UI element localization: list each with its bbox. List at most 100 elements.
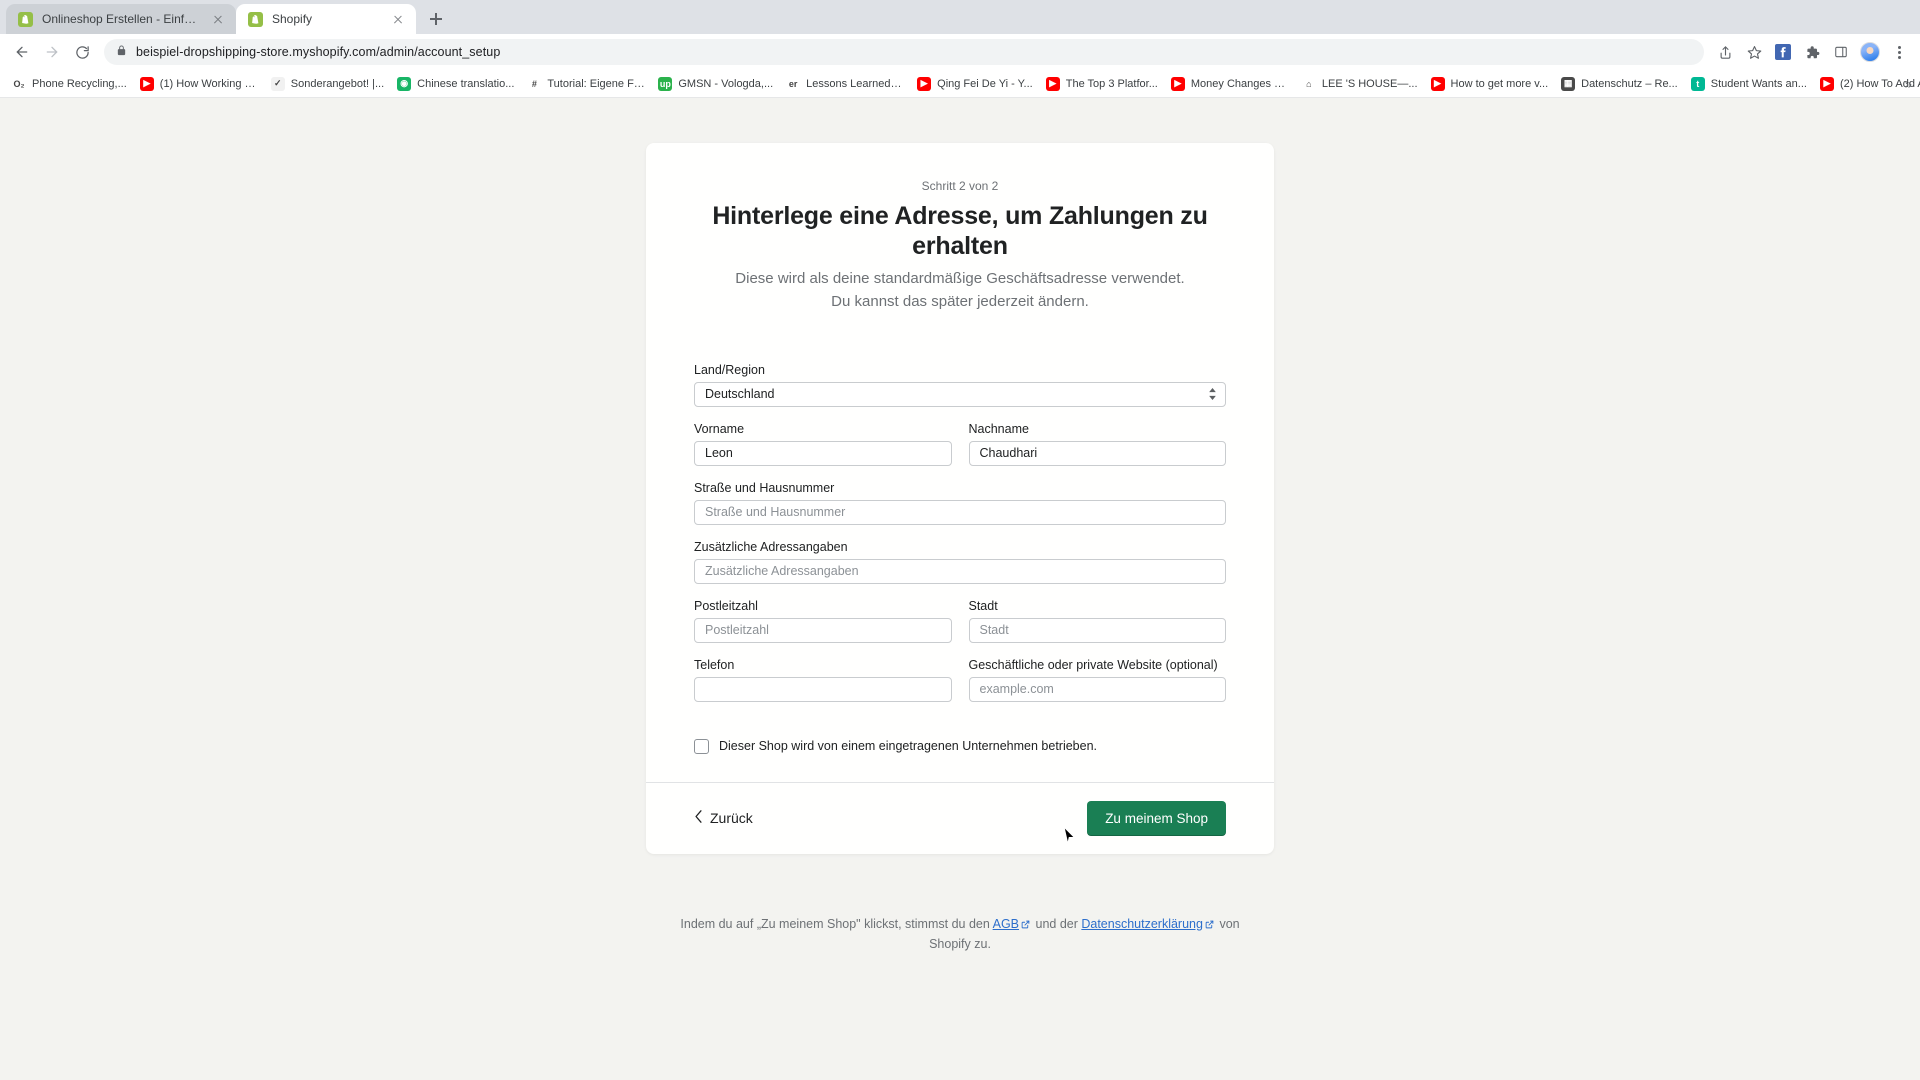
- page-title: Hinterlege eine Adresse, um Zahlungen zu…: [712, 202, 1208, 260]
- bookmark-label: Phone Recycling,...: [32, 77, 127, 90]
- chevron-left-icon: [694, 810, 703, 826]
- hash-icon: #: [527, 76, 542, 91]
- bookmark-label: Lessons Learned f...: [806, 77, 905, 90]
- bookmark-item[interactable]: up GMSN - Vologda,...: [652, 74, 779, 94]
- bookmark-item[interactable]: ▶ (1) How Working a...: [134, 74, 264, 94]
- browser-chrome: Onlineshop Erstellen - Einfach Shopify b…: [0, 0, 1920, 98]
- bookmark-item[interactable]: er Lessons Learned f...: [780, 74, 910, 94]
- back-button-label: Zurück: [710, 810, 753, 826]
- name-row: Vorname Nachname: [694, 422, 1226, 481]
- youtube-icon: ▶: [139, 76, 154, 91]
- bookmark-label: LEE 'S HOUSE—...: [1321, 77, 1418, 90]
- field-street: Straße und Hausnummer: [694, 481, 1226, 525]
- card-body: Schritt 2 von 2 Hinterlege eine Adresse,…: [646, 143, 1274, 782]
- country-select[interactable]: Deutschland: [694, 381, 1226, 407]
- youtube-icon: ▶: [917, 76, 932, 91]
- website-input[interactable]: [968, 676, 1226, 702]
- phone-input[interactable]: [694, 676, 952, 702]
- new-tab-button[interactable]: [422, 5, 450, 33]
- field-country: Land/Region Deutschland: [694, 363, 1226, 407]
- bookmark-item[interactable]: ▶ Qing Fei De Yi - Y...: [911, 74, 1039, 94]
- label-first-name: Vorname: [694, 421, 745, 436]
- registered-business-checkbox[interactable]: [694, 738, 709, 754]
- generic-icon: ✓: [270, 76, 285, 91]
- extensions-icon[interactable]: [1799, 39, 1825, 65]
- side-panel-icon[interactable]: [1828, 39, 1854, 65]
- field-last-name: Nachname: [968, 421, 1226, 466]
- go-to-shop-button[interactable]: Zu meinem Shop: [1087, 800, 1226, 836]
- label-country: Land/Region: [694, 362, 765, 377]
- bookmark-item[interactable]: ▶ The Top 3 Platfor...: [1040, 74, 1164, 94]
- address-bar[interactable]: beispiel-dropshipping-store.myshopify.co…: [104, 39, 1704, 65]
- close-icon[interactable]: [390, 11, 406, 27]
- share-icon[interactable]: [1712, 39, 1738, 65]
- label-street: Straße und Hausnummer: [694, 480, 835, 495]
- bookmark-label: Chinese translatio...: [417, 77, 515, 90]
- chevron-updown-icon: [1208, 388, 1217, 400]
- close-icon[interactable]: [210, 11, 226, 27]
- browser-tab-shopify[interactable]: Shopify: [236, 4, 416, 34]
- bookmarks-overflow-icon[interactable]: »: [1905, 76, 1912, 91]
- toolbar-actions: [1712, 39, 1912, 65]
- bookmark-item[interactable]: ⌂ LEE 'S HOUSE—...: [1296, 74, 1424, 94]
- bookmark-star-icon[interactable]: [1741, 39, 1767, 65]
- bookmark-item[interactable]: # Tutorial: Eigene Fa...: [521, 74, 651, 94]
- bookmark-label: The Top 3 Platfor...: [1065, 77, 1158, 90]
- reload-icon[interactable]: [68, 38, 96, 66]
- bookmark-item[interactable]: ▦ Datenschutz – Re...: [1555, 74, 1684, 94]
- field-address-extra: Zusätzliche Adressangaben: [694, 540, 1226, 584]
- address-extra-input[interactable]: [694, 558, 1226, 584]
- youtube-icon: ▶: [1819, 76, 1834, 91]
- bookmark-label: GMSN - Vologda,...: [678, 77, 774, 90]
- browser-toolbar: beispiel-dropshipping-store.myshopify.co…: [0, 34, 1920, 70]
- shopify-icon: [248, 11, 263, 27]
- back-button[interactable]: Zurück: [694, 810, 753, 826]
- last-name-input[interactable]: [968, 440, 1226, 466]
- step-indicator: Schritt 2 von 2: [921, 179, 999, 193]
- account-setup-card: Schritt 2 von 2 Hinterlege eine Adresse,…: [646, 143, 1274, 854]
- bookmark-label: Money Changes E...: [1190, 77, 1289, 90]
- tab-title: Shopify: [272, 12, 313, 26]
- shopify-icon: [18, 11, 33, 27]
- street-input[interactable]: [694, 499, 1226, 525]
- tab-title: Onlineshop Erstellen - Einfach: [42, 12, 201, 26]
- green-circle-icon: ◉: [397, 76, 412, 91]
- lock-icon: [116, 43, 127, 61]
- airbnb-icon: ⌂: [1301, 76, 1316, 91]
- youtube-icon: ▶: [1170, 76, 1185, 91]
- registered-business-row[interactable]: Dieser Shop wird von einem eingetragenen…: [694, 738, 1226, 754]
- label-city: Stadt: [968, 598, 998, 613]
- phone-website-row: Telefon Geschäftliche oder private Websi…: [694, 658, 1226, 717]
- label-website: Geschäftliche oder private Website (opti…: [968, 657, 1218, 672]
- page-subtitle-1: Diese wird als deine standardmäßige Gesc…: [735, 270, 1185, 287]
- forward-icon[interactable]: [38, 38, 66, 66]
- field-website: Geschäftliche oder private Website (opti…: [968, 657, 1226, 702]
- postal-code-input[interactable]: [694, 617, 952, 643]
- country-select-value: Deutschland: [705, 386, 775, 401]
- terms-link[interactable]: AGB: [993, 917, 1019, 931]
- youtube-icon: ▶: [1045, 76, 1060, 91]
- bookmark-item[interactable]: t Student Wants an...: [1685, 74, 1813, 94]
- external-link-icon: [1205, 916, 1214, 935]
- legal-part-1: Indem du auf „Zu meinem Shop" klickst, s…: [680, 917, 993, 931]
- back-icon[interactable]: [8, 38, 36, 66]
- bookmark-item[interactable]: ▶ How to get more v...: [1425, 74, 1555, 94]
- chrome-menu-icon[interactable]: [1886, 39, 1912, 65]
- bookmark-label: Qing Fei De Yi - Y...: [937, 77, 1033, 90]
- bookmark-item[interactable]: ◉ Chinese translatio...: [391, 74, 520, 94]
- first-name-input[interactable]: [694, 440, 952, 466]
- facebook-icon[interactable]: [1770, 39, 1796, 65]
- bookmark-item[interactable]: O₂ Phone Recycling,...: [6, 74, 133, 94]
- label-last-name: Nachname: [968, 421, 1029, 436]
- city-input[interactable]: [968, 617, 1226, 643]
- youtube-icon: ▶: [1430, 76, 1445, 91]
- browser-tab-onlineshop[interactable]: Onlineshop Erstellen - Einfach: [6, 4, 236, 34]
- bookmark-item[interactable]: ✓ Sonderangebot! |...: [265, 74, 390, 94]
- field-phone: Telefon: [694, 658, 952, 702]
- bookmark-item[interactable]: ▶ Money Changes E...: [1165, 74, 1295, 94]
- profile-avatar[interactable]: [1857, 39, 1883, 65]
- photo-icon: ▦: [1561, 76, 1576, 91]
- er-icon: er: [786, 76, 801, 91]
- label-phone: Telefon: [694, 657, 735, 672]
- privacy-link[interactable]: Datenschutzerklärung: [1081, 917, 1203, 931]
